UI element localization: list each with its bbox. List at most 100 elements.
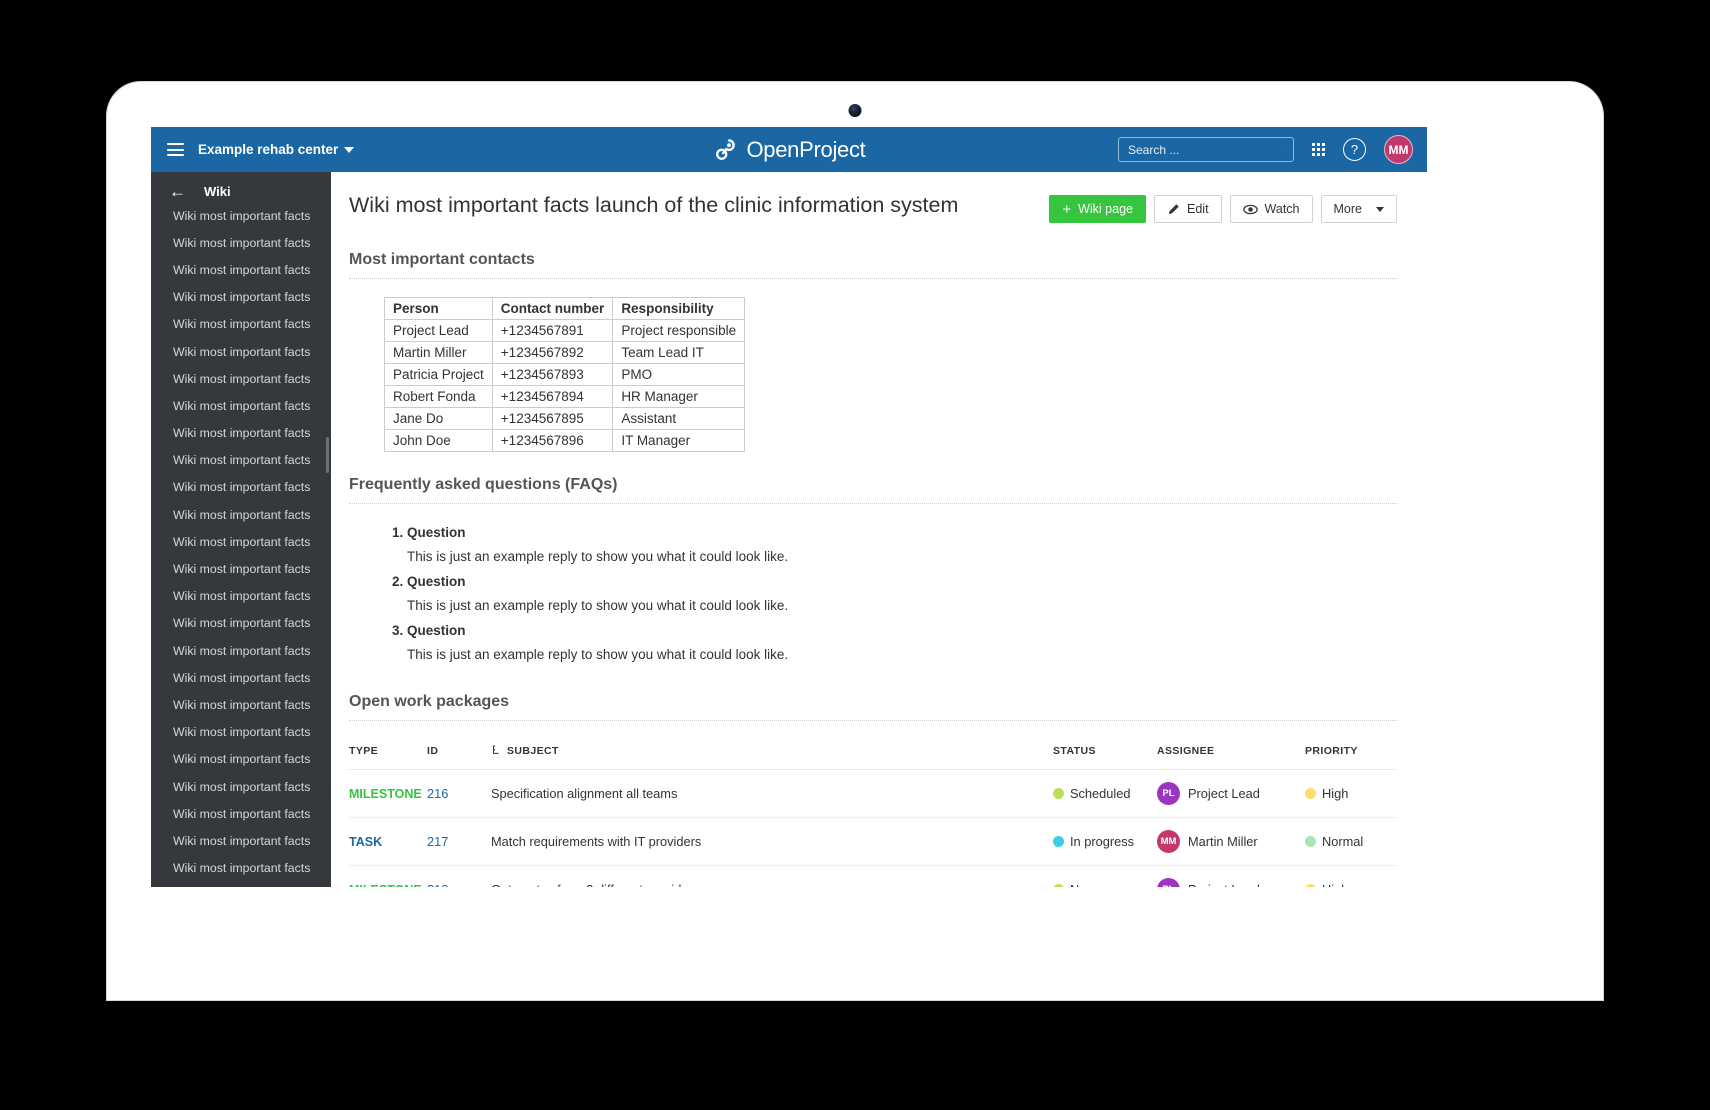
column-header-subject[interactable]: SUBJECT xyxy=(491,738,1053,770)
search-icon[interactable] xyxy=(1285,143,1286,156)
sidebar-item-wiki-page[interactable]: Wiki most important facts xyxy=(151,229,331,256)
status-badge: In progress xyxy=(1070,833,1135,849)
table-cell: +1234567891 xyxy=(491,319,614,342)
wp-assignee-cell: PL Project Lead xyxy=(1157,769,1305,818)
wp-id-cell: 218 xyxy=(427,865,491,887)
column-header-priority[interactable]: PRIORITY xyxy=(1305,738,1397,770)
faq-question: Question xyxy=(407,623,466,639)
priority-dot-icon xyxy=(1305,883,1316,887)
assignee-wrapper: PL Project Lead xyxy=(1157,877,1305,887)
sidebar-item-wiki-page[interactable]: Wiki most important facts xyxy=(151,474,331,501)
table-row[interactable]: MILESTONE 216 Specification alignment all … xyxy=(349,769,1397,818)
sidebar-item-wiki-page[interactable]: Wiki most important facts xyxy=(151,583,331,610)
table-cell: Project Lead xyxy=(384,319,493,342)
sidebar-item-wiki-page[interactable]: Wiki most important facts xyxy=(151,447,331,474)
table-cell: Martin Miller xyxy=(384,341,493,364)
search-input[interactable] xyxy=(1126,141,1285,158)
sidebar-item-wiki-page[interactable]: Wiki most important facts xyxy=(151,773,331,800)
table-cell: Team Lead IT xyxy=(612,341,746,364)
status-badge: New xyxy=(1070,882,1096,887)
sidebar-item-wiki-page[interactable]: Wiki most important facts xyxy=(151,746,331,773)
column-header-assignee[interactable]: ASSIGNEE xyxy=(1157,738,1305,770)
wp-type-cell: MILESTONE xyxy=(349,769,427,818)
sidebar-item-wiki-page[interactable]: Wiki most important facts xyxy=(151,420,331,447)
wp-type-cell: TASK xyxy=(349,817,427,866)
sidebar-item-wiki-page[interactable]: Wiki most important facts xyxy=(151,284,331,311)
sidebar-scrollbar[interactable] xyxy=(326,437,329,473)
project-selector[interactable]: Example rehab center xyxy=(198,142,355,157)
sidebar-item-wiki-page[interactable]: Wiki most important facts xyxy=(151,528,331,555)
status-dot-icon xyxy=(1053,883,1064,887)
column-header-status[interactable]: STATUS xyxy=(1053,738,1157,770)
sidebar-item-wiki-page[interactable]: Wiki most important facts xyxy=(151,800,331,827)
table-row: Robert Fonda +1234567894 HR Manager xyxy=(384,385,746,408)
hierarchy-icon xyxy=(493,744,499,754)
chevron-down-icon xyxy=(1376,206,1384,212)
wp-status-cell: In progress xyxy=(1053,817,1157,866)
sidebar-item-wiki-page[interactable]: Wiki most important facts xyxy=(151,555,331,582)
wp-type-cell: MILESTONE xyxy=(349,865,427,887)
edit-button[interactable]: Edit xyxy=(1154,195,1222,223)
wp-subject-cell[interactable]: Specification alignment all teams xyxy=(491,769,1053,818)
table-cell: Robert Fonda xyxy=(384,385,493,408)
table-cell: Jane Do xyxy=(384,407,493,430)
sidebar-item-wiki-page[interactable]: Wiki most important facts xyxy=(151,691,331,718)
eye-icon xyxy=(1242,204,1258,214)
table-cell: +1234567895 xyxy=(491,407,614,430)
table-row: John Doe +1234567896 IT Manager xyxy=(384,429,746,452)
arrow-left-icon[interactable]: ← xyxy=(169,183,186,200)
sidebar-item-wiki-page[interactable]: Wiki most important facts xyxy=(151,501,331,528)
sidebar-item-wiki-page[interactable]: Wiki most important facts xyxy=(151,664,331,691)
table-cell: IT Manager xyxy=(612,429,746,452)
sidebar-item-wiki-page[interactable]: Wiki most important facts xyxy=(151,338,331,365)
sidebar-item-wiki-page[interactable]: Wiki most important facts xyxy=(151,202,331,229)
table-row[interactable]: TASK 217 Match requirements with IT provid… xyxy=(349,817,1397,866)
sidebar-item-wiki-page[interactable]: Wiki most important facts xyxy=(151,827,331,854)
contacts-column-header: Person xyxy=(384,297,493,320)
wp-id-link[interactable]: 216 xyxy=(427,786,448,801)
wp-subject-cell[interactable]: Match requirements with IT providers xyxy=(491,817,1053,866)
wp-priority-cell: High xyxy=(1305,865,1397,887)
watch-button[interactable]: Watch xyxy=(1229,195,1313,223)
assignee-wrapper: PL Project Lead xyxy=(1157,781,1305,805)
column-header-id[interactable]: ID xyxy=(427,738,491,770)
wp-subject-cell[interactable]: Get quotes from 3 different providers xyxy=(491,865,1053,887)
openproject-mark-icon xyxy=(716,138,735,160)
wp-id-link[interactable]: 217 xyxy=(427,834,448,849)
new-wiki-page-button[interactable]: + Wiki page xyxy=(1049,195,1146,223)
column-header-type[interactable]: TYPE xyxy=(349,738,427,770)
app-grid-icon[interactable] xyxy=(1312,143,1325,156)
top-navigation-bar: Example rehab center OpenProject Search … xyxy=(151,127,1427,172)
table-cell: Project responsible xyxy=(612,319,746,342)
user-avatar[interactable]: MM xyxy=(1384,135,1413,164)
sidebar-item-wiki-page[interactable]: Wiki most important facts xyxy=(151,365,331,392)
wp-priority-cell: High xyxy=(1305,769,1397,818)
sidebar-item-wiki-page[interactable]: Wiki most important facts xyxy=(151,392,331,419)
hamburger-icon[interactable] xyxy=(167,143,184,156)
assignee-wrapper: MM Martin Miller xyxy=(1157,829,1305,853)
wp-id-link[interactable]: 218 xyxy=(427,882,448,887)
more-button[interactable]: More xyxy=(1320,195,1397,223)
tablet-device: Example rehab center OpenProject Search … xyxy=(107,82,1603,1000)
status-dot-icon xyxy=(1053,835,1064,847)
wp-type-label: TASK xyxy=(349,834,383,849)
app-screen: Example rehab center OpenProject Search … xyxy=(151,127,1427,887)
sidebar-item-wiki-page[interactable]: Wiki most important facts xyxy=(151,610,331,637)
divider xyxy=(349,278,1397,279)
table-cell: Patricia Project xyxy=(384,363,493,386)
openproject-logo[interactable]: OpenProject xyxy=(713,137,866,163)
help-question-icon[interactable]: ? xyxy=(1343,138,1366,161)
sidebar-item-wiki-page[interactable]: Wiki most important facts xyxy=(151,719,331,746)
table-row[interactable]: MILESTONE 218 Get quotes from 3 different … xyxy=(349,865,1397,887)
sidebar-item-wiki-page[interactable]: Wiki most important facts xyxy=(151,311,331,338)
sidebar-item-wiki-page[interactable]: Wiki most important facts xyxy=(151,256,331,283)
avatar: MM xyxy=(1157,829,1180,853)
sidebar-item-wiki-page[interactable]: Wiki most important facts xyxy=(151,855,331,882)
wp-type-label: MILESTONE xyxy=(349,786,422,801)
sidebar-item-wiki-page[interactable]: Wiki most important facts xyxy=(151,882,331,887)
work-packages-table: TYPE ID SUBJECT STATUS ASSIGNEE PRIORITY xyxy=(349,738,1397,887)
sidebar-item-wiki-page[interactable]: Wiki most important facts xyxy=(151,637,331,664)
global-search[interactable] xyxy=(1118,137,1294,162)
edit-label: Edit xyxy=(1187,202,1209,216)
table-cell: +1234567892 xyxy=(491,341,614,364)
